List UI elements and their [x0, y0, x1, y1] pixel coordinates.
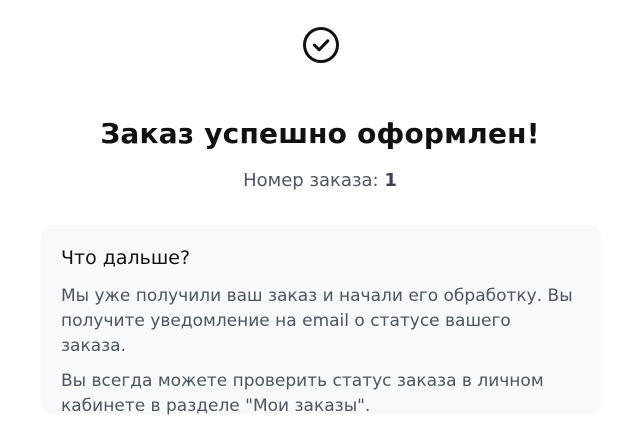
page-title: Заказ успешно оформлен! [100, 117, 540, 150]
order-number-value: 1 [384, 170, 397, 191]
order-number: Номер заказа: 1 [0, 168, 622, 194]
order-number-label: Номер заказа: [243, 170, 379, 191]
check-circle-icon [302, 26, 340, 64]
next-steps-card: Что дальше? Мы уже получили ваш заказ и … [41, 225, 601, 416]
next-steps-title: Что дальше? [61, 247, 191, 269]
next-steps-paragraph-1: Мы уже получили ваш заказ и начали его о… [61, 286, 573, 356]
next-steps-paragraph-2: Вы всегда можете проверить статус заказа… [61, 371, 544, 416]
